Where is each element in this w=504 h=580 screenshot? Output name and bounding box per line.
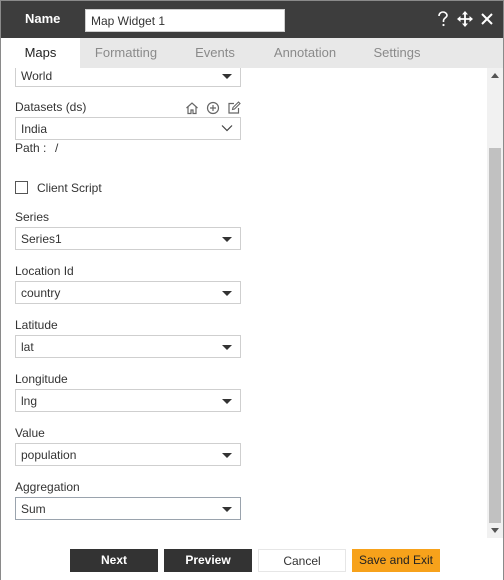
preview-button[interactable]: Preview <box>164 549 252 572</box>
tab-maps[interactable]: Maps <box>1 38 80 68</box>
series-select-value: Series1 <box>21 232 62 246</box>
save-and-exit-button[interactable]: Save and Exit <box>352 549 440 572</box>
tab-bar: Maps Formatting Events Annotation Settin… <box>1 38 503 68</box>
longitude-select-value: lng <box>21 394 38 408</box>
scroll-up-icon[interactable] <box>491 73 499 78</box>
location-id-select[interactable]: country <box>15 281 241 304</box>
caret-down-icon <box>222 399 232 404</box>
tab-formatting[interactable]: Formatting <box>87 38 165 68</box>
question-icon[interactable] <box>435 10 451 28</box>
series-label: Series <box>15 210 50 224</box>
widget-editor-window: Name Maps Formatting Events Annotation S… <box>0 0 504 580</box>
path-label: Path : <box>15 141 47 155</box>
add-circle-icon[interactable] <box>205 100 220 115</box>
client-script-checkbox[interactable] <box>15 181 28 194</box>
longitude-label: Longitude <box>15 372 68 386</box>
tab-annotation[interactable]: Annotation <box>263 38 347 68</box>
caret-down-icon <box>222 74 232 79</box>
close-icon[interactable] <box>479 10 495 28</box>
edit-icon[interactable] <box>226 100 241 115</box>
caret-down-icon <box>222 237 232 242</box>
next-button[interactable]: Next <box>70 549 158 572</box>
tab-settings[interactable]: Settings <box>359 38 435 68</box>
longitude-select[interactable]: lng <box>15 389 241 412</box>
map-select-value: World <box>21 69 53 83</box>
name-label: Name <box>25 11 61 26</box>
home-icon[interactable] <box>184 100 199 115</box>
aggregation-select[interactable]: Sum <box>15 497 241 520</box>
move-icon[interactable] <box>457 10 473 28</box>
footer-bar: Next Preview Cancel Save and Exit <box>1 538 503 580</box>
client-script-label: Client Script <box>37 181 102 195</box>
latitude-select-value: lat <box>21 340 34 354</box>
value-select[interactable]: population <box>15 443 241 466</box>
value-label: Value <box>15 426 45 440</box>
datasets-select[interactable]: India <box>15 117 241 140</box>
widget-name-input[interactable] <box>85 9 285 32</box>
maps-panel: World Datasets (ds) India Path : / Clien… <box>1 68 487 538</box>
title-icons <box>435 10 495 28</box>
aggregation-select-value: Sum <box>21 502 46 516</box>
chevron-down-icon <box>221 125 233 132</box>
latitude-select[interactable]: lat <box>15 335 241 358</box>
datasets-actions <box>184 100 241 115</box>
aggregation-label: Aggregation <box>15 480 80 494</box>
series-select[interactable]: Series1 <box>15 227 241 250</box>
location-id-label: Location Id <box>15 264 74 278</box>
value-select-value: population <box>21 448 77 462</box>
scroll-down-icon[interactable] <box>491 528 499 533</box>
latitude-label: Latitude <box>15 318 58 332</box>
caret-down-icon <box>222 345 232 350</box>
title-bar: Name <box>1 1 503 38</box>
scroll-thumb[interactable] <box>489 148 501 523</box>
map-select[interactable]: World <box>15 68 241 87</box>
path-value: / <box>55 141 59 155</box>
caret-down-icon <box>222 291 232 296</box>
tab-events[interactable]: Events <box>179 38 251 68</box>
vertical-scrollbar[interactable] <box>487 68 503 538</box>
location-id-select-value: country <box>21 286 61 300</box>
datasets-select-value: India <box>21 122 48 136</box>
datasets-label: Datasets (ds) <box>15 100 87 114</box>
caret-down-icon <box>222 507 232 512</box>
caret-down-icon <box>222 453 232 458</box>
cancel-button[interactable]: Cancel <box>258 549 346 572</box>
